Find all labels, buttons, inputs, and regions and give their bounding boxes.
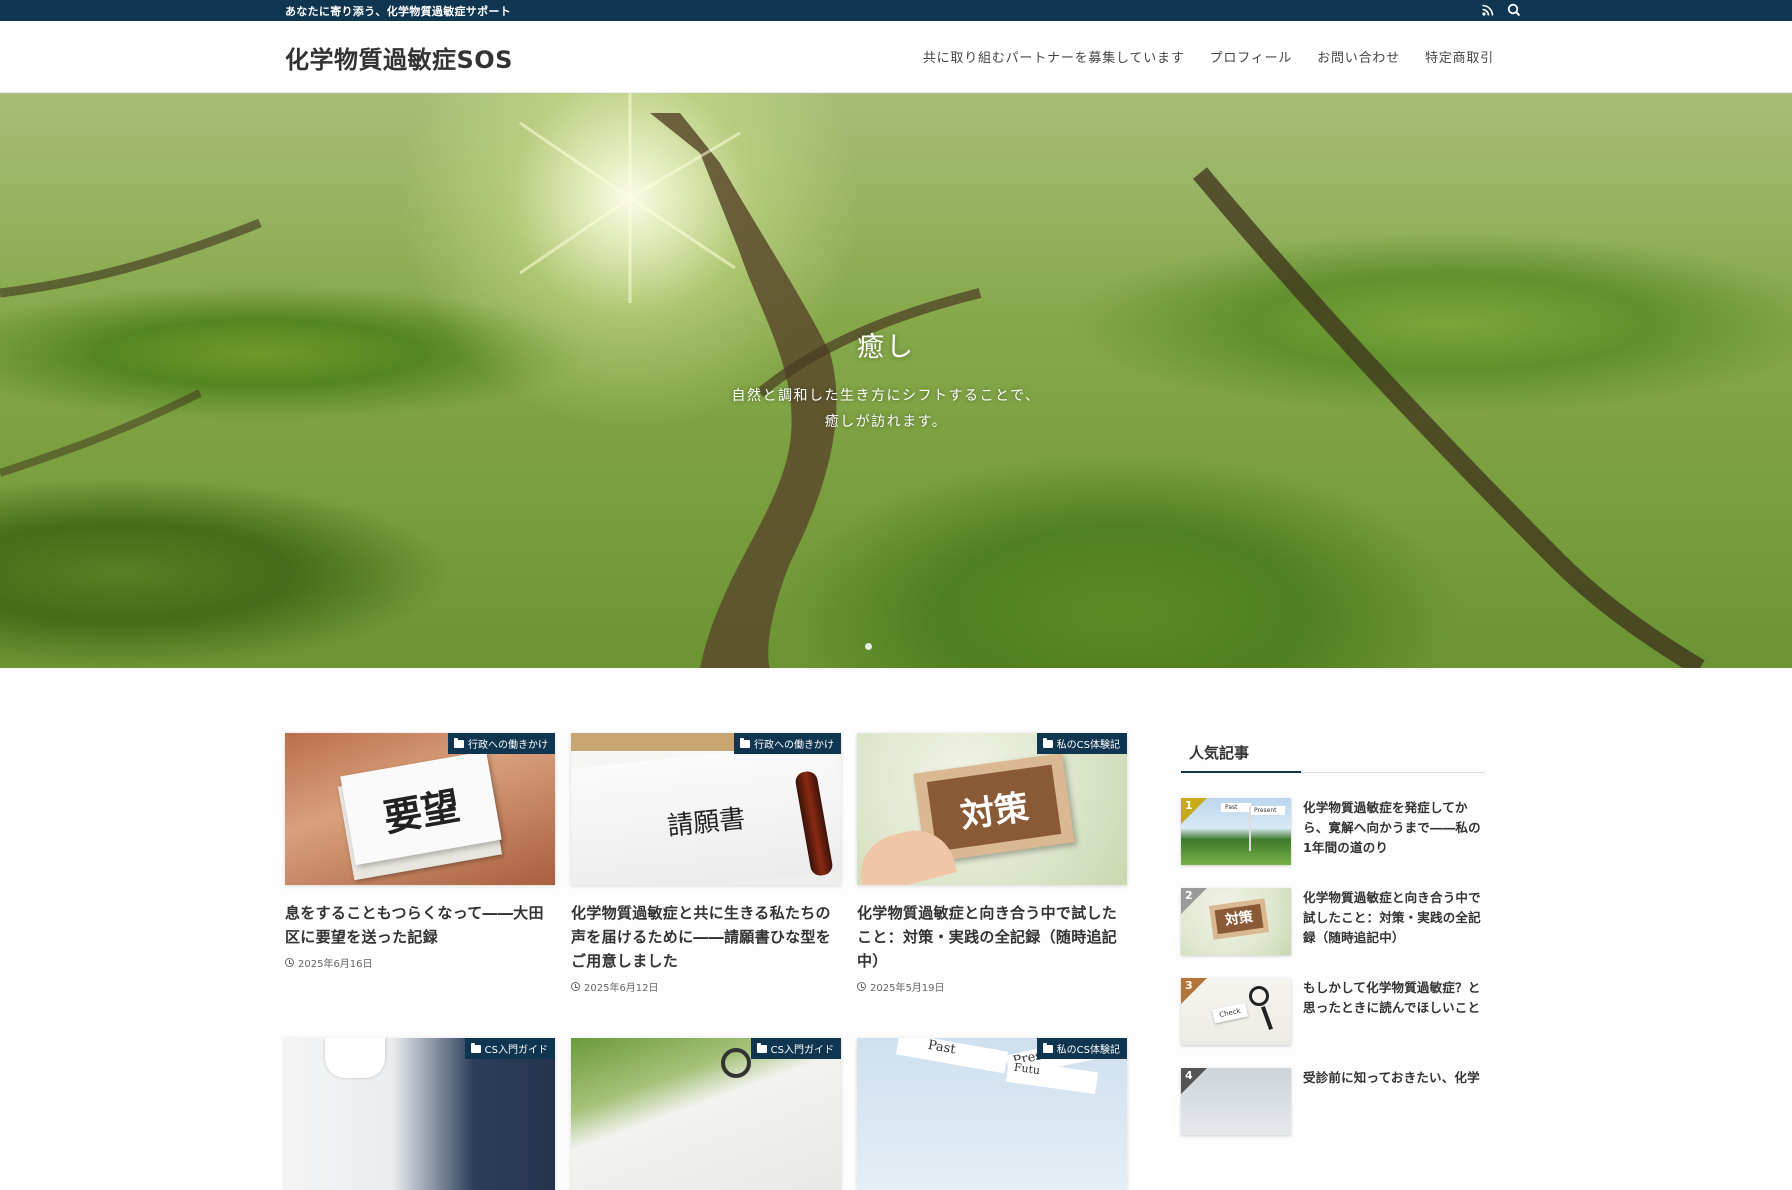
sidebar: 人気記事 Past Present 1 化学物質過敏症を発症してから、寛解へ向か… bbox=[1181, 733, 1485, 1135]
hero-subtitle-line1: 自然と調和した生き方にシフトすることで、 bbox=[731, 388, 1041, 404]
post-card[interactable]: CS入門ガイド bbox=[285, 1038, 555, 1190]
rank-badge: 3 bbox=[1181, 978, 1207, 1004]
thumb-signpost bbox=[1249, 806, 1251, 851]
nav-item-contact[interactable]: お問い合わせ bbox=[1317, 47, 1400, 66]
thumb-magnifier-handle bbox=[1261, 1006, 1273, 1030]
slider-dot[interactable] bbox=[865, 643, 872, 650]
popular-post-item[interactable]: 4 受診前に知っておきたい、化学 bbox=[1181, 1068, 1485, 1135]
site-header: 化学物質過敏症SOS 共に取り組むパートナーを募集しています プロフィール お問… bbox=[0, 21, 1792, 93]
category-label: CS入門ガイド bbox=[484, 1045, 548, 1056]
post-thumbnail[interactable]: CS入門ガイド bbox=[285, 1038, 555, 1190]
thumb-sign-past: Past bbox=[1221, 803, 1251, 812]
rank-number: 1 bbox=[1185, 799, 1193, 812]
post-thumbnail[interactable]: Past Pres Futu 私のCS体験記 bbox=[857, 1038, 1127, 1190]
post-card[interactable]: CS入門ガイド bbox=[571, 1038, 841, 1190]
category-badge[interactable]: 私のCS体験記 bbox=[1036, 733, 1127, 754]
rank-badge: 2 bbox=[1181, 888, 1207, 914]
rank-badge: 4 bbox=[1181, 1068, 1207, 1094]
popular-post-thumbnail[interactable]: 対策 2 bbox=[1181, 888, 1291, 955]
folder-icon bbox=[1042, 1042, 1053, 1053]
folder-icon bbox=[470, 1042, 481, 1053]
category-label: CS入門ガイド bbox=[770, 1045, 834, 1056]
global-nav: 共に取り組むパートナーを募集しています プロフィール お問い合わせ 特定商取引 bbox=[923, 47, 1494, 66]
post-card[interactable]: Past Pres Futu 私のCS体験記 bbox=[857, 1038, 1127, 1190]
hero-subtitle: 自然と調和した生き方にシフトすることで、 癒しが訪れます。 bbox=[0, 383, 1772, 435]
popular-posts-title: 人気記事 bbox=[1181, 733, 1485, 773]
post-date-text: 2025年6月12日 bbox=[584, 983, 659, 994]
post-date-text: 2025年6月16日 bbox=[298, 959, 373, 970]
nav-item-commerce[interactable]: 特定商取引 bbox=[1425, 47, 1494, 66]
post-thumbnail[interactable]: 要望 行政への働きかけ bbox=[285, 733, 555, 885]
post-title[interactable]: 化学物質過敏症と向き合う中で試したこと：対策・実践の全記録（随時追記中） bbox=[857, 901, 1127, 973]
popular-post-item[interactable]: Past Present 1 化学物質過敏症を発症してから、寛解へ向かうまで――… bbox=[1181, 798, 1485, 865]
post-date: 2025年6月16日 bbox=[285, 955, 555, 970]
site-logo[interactable]: 化学物質過敏症SOS bbox=[285, 40, 513, 75]
hero-subtitle-line2: 癒しが訪れます。 bbox=[824, 414, 948, 430]
nav-item-profile[interactable]: プロフィール bbox=[1210, 47, 1293, 66]
category-badge[interactable]: 行政への働きかけ bbox=[448, 733, 555, 754]
post-card[interactable]: 要望 行政への働きかけ 息をすることもつらくなって――大田区に要望を送った記録 … bbox=[285, 733, 555, 970]
rank-badge: 1 bbox=[1181, 798, 1207, 824]
popular-post-thumbnail[interactable]: 4 bbox=[1181, 1068, 1291, 1135]
post-title[interactable]: 息をすることもつらくなって――大田区に要望を送った記録 bbox=[285, 901, 555, 949]
hero-slider[interactable]: 癒し 自然と調和した生き方にシフトすることで、 癒しが訪れます。 bbox=[0, 93, 1792, 668]
popular-post-title[interactable]: 受診前に知っておきたい、化学 bbox=[1303, 1068, 1480, 1135]
post-date-text: 2025年5月19日 bbox=[870, 983, 945, 994]
thumb-doctor bbox=[325, 1038, 385, 1078]
site-tagline: あなたに寄り添う、化学物質過敏症サポート bbox=[285, 5, 511, 18]
thumb-sign-past: Past bbox=[895, 1038, 1009, 1074]
post-thumbnail[interactable]: 請願書 行政への働きかけ bbox=[571, 733, 841, 885]
post-card[interactable]: 対策 私のCS体験記 化学物質過敏症と向き合う中で試したこと：対策・実践の全記録… bbox=[857, 733, 1127, 994]
folder-icon bbox=[740, 737, 750, 748]
category-label: 行政への働きかけ bbox=[468, 740, 548, 751]
rank-number: 2 bbox=[1185, 889, 1193, 902]
popular-post-thumbnail[interactable]: Check 3 bbox=[1181, 978, 1291, 1045]
category-badge[interactable]: CS入門ガイド bbox=[464, 1038, 555, 1059]
rank-number: 3 bbox=[1185, 979, 1193, 992]
popular-post-title[interactable]: 化学物質過敏症を発症してから、寛解へ向かうまで――私の1年間の道のり bbox=[1303, 798, 1485, 865]
top-bar: あなたに寄り添う、化学物質過敏症サポート bbox=[0, 0, 1792, 21]
category-badge[interactable]: 私のCS体験記 bbox=[1036, 1038, 1127, 1059]
rank-number: 4 bbox=[1185, 1069, 1193, 1082]
folder-icon bbox=[454, 737, 464, 748]
post-card[interactable]: 請願書 行政への働きかけ 化学物質過敏症と共に生きる私たちの声を届けるために――… bbox=[571, 733, 841, 994]
rss-icon[interactable] bbox=[1480, 2, 1496, 18]
search-icon[interactable] bbox=[1506, 2, 1522, 18]
folder-icon bbox=[756, 1042, 767, 1053]
popular-post-item[interactable]: Check 3 もしかして化学物質過敏症？と思ったときに読んでほしいこと bbox=[1181, 978, 1485, 1045]
post-thumbnail[interactable]: CS入門ガイド bbox=[571, 1038, 841, 1190]
post-title[interactable]: 化学物質過敏症と共に生きる私たちの声を届けるために――請願書ひな型をご用意しまし… bbox=[571, 901, 841, 973]
thumb-magnifier bbox=[721, 1048, 751, 1078]
category-label: 私のCS体験記 bbox=[1056, 740, 1120, 751]
category-badge[interactable]: 行政への働きかけ bbox=[734, 733, 841, 754]
clock-icon bbox=[857, 982, 866, 991]
clock-icon bbox=[285, 958, 294, 967]
clock-icon bbox=[571, 982, 580, 991]
thumb-sign-future: Futu bbox=[1005, 1059, 1099, 1095]
popular-post-title[interactable]: もしかして化学物質過敏症？と思ったときに読んでほしいこと bbox=[1303, 978, 1485, 1045]
nav-item-partner[interactable]: 共に取り組むパートナーを募集しています bbox=[923, 47, 1185, 66]
post-date: 2025年5月19日 bbox=[857, 979, 1127, 994]
post-date: 2025年6月12日 bbox=[571, 979, 841, 994]
thumb-magnifier bbox=[1249, 986, 1269, 1006]
category-label: 行政への働きかけ bbox=[754, 740, 834, 751]
thumb-check-card: Check bbox=[1211, 1002, 1249, 1024]
category-label: 私のCS体験記 bbox=[1056, 1045, 1120, 1056]
hero-title: 癒し bbox=[857, 332, 915, 363]
folder-icon bbox=[1042, 737, 1053, 748]
post-thumbnail[interactable]: 対策 私のCS体験記 bbox=[857, 733, 1127, 885]
category-badge[interactable]: CS入門ガイド bbox=[750, 1038, 841, 1059]
popular-post-title[interactable]: 化学物質過敏症と向き合う中で試したこと：対策・実践の全記録（随時追記中） bbox=[1303, 888, 1485, 955]
popular-post-item[interactable]: 対策 2 化学物質過敏症と向き合う中で試したこと：対策・実践の全記録（随時追記中… bbox=[1181, 888, 1485, 955]
thumb-sign-present: Present bbox=[1251, 806, 1285, 815]
popular-post-thumbnail[interactable]: Past Present 1 bbox=[1181, 798, 1291, 865]
tree-illustration bbox=[0, 93, 1705, 668]
